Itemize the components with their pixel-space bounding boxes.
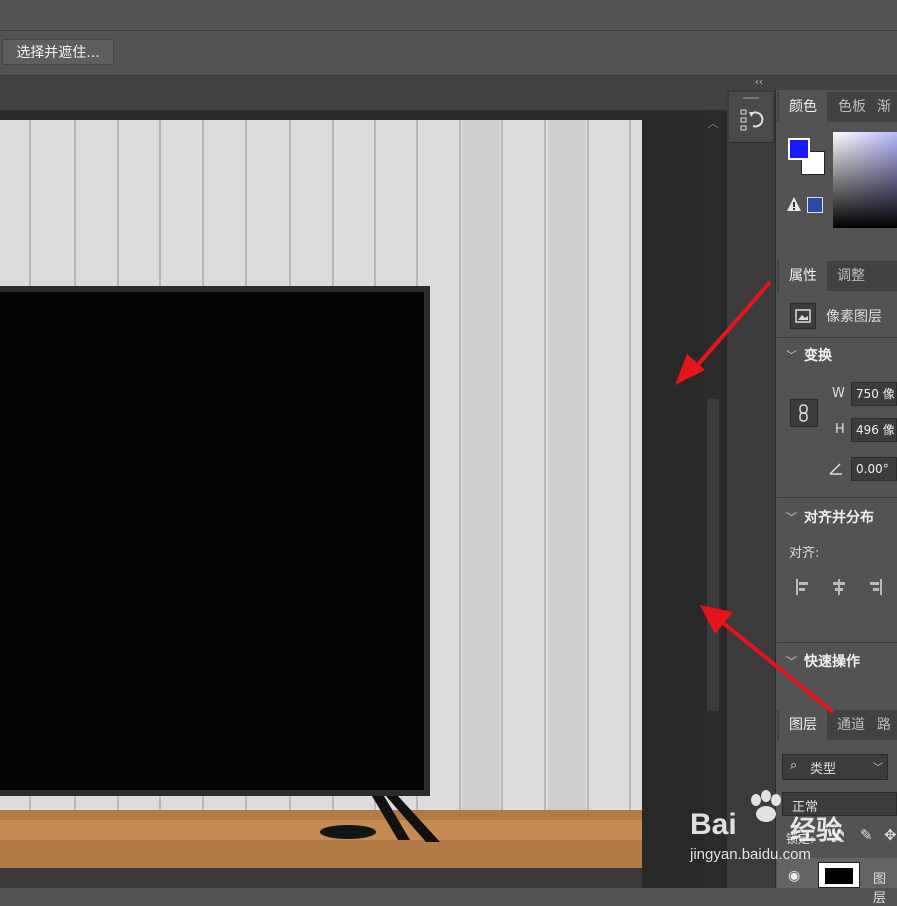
baidu-paw-logo xyxy=(751,790,781,822)
arrow-to-scrollbar-top xyxy=(675,280,772,385)
arrow-to-scrollbar-bottom xyxy=(700,605,835,714)
watermark-brand: Bai xyxy=(690,808,737,841)
annotation-arrows xyxy=(675,280,835,714)
watermark-brand-2: 经验 xyxy=(790,816,843,846)
baidu-watermark: Bai 经验 jingyan.baidu.com xyxy=(690,790,890,888)
watermark-url: jingyan.baidu.com xyxy=(690,846,811,863)
